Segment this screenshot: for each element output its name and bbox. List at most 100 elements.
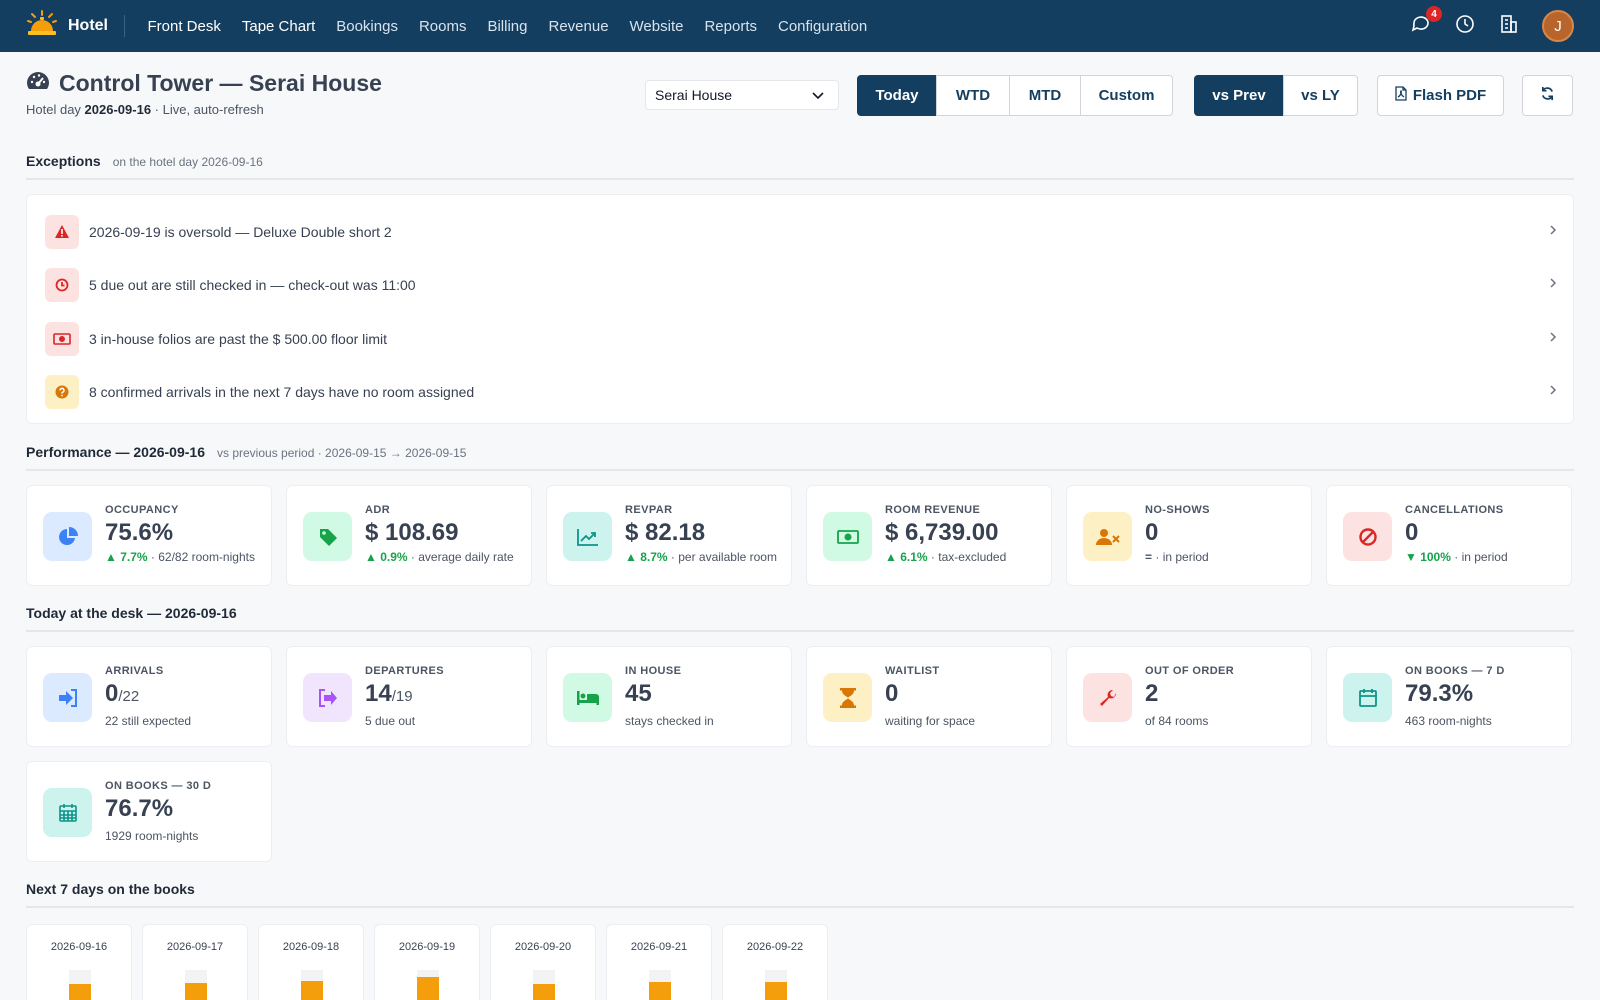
day-date: 2026-09-21 — [630, 941, 688, 953]
flash-pdf-button[interactable]: Flash PDF — [1377, 75, 1504, 116]
brand[interactable]: Hotel — [26, 9, 125, 37]
day-card[interactable]: 2026-09-21 — [606, 924, 712, 1000]
day-date: 2026-09-18 — [282, 941, 340, 953]
desk-note: 463 room-nights — [1405, 714, 1492, 728]
period-custom-button[interactable]: Custom — [1080, 75, 1173, 116]
kpi-card-no-shows[interactable]: NO-SHOWS 0 = · in period — [1066, 485, 1312, 586]
day-card[interactable]: 2026-09-20 — [490, 924, 596, 1000]
menu-rooms[interactable]: Rooms — [408, 18, 477, 35]
kpi-card-cancellations[interactable]: CANCELLATIONS 0 ▼ 100% · in period — [1326, 485, 1572, 586]
kpi-sub: ▼ 100% · in period — [1405, 550, 1559, 564]
kpi-delta: ▼ 100% — [1405, 550, 1451, 564]
page-title: Control Tower — Serai House — [59, 70, 382, 96]
desk-card-in-house[interactable]: IN HOUSE 45 stays checked in — [546, 646, 792, 747]
main-menu: Front Desk Tape Chart Bookings Rooms Bil… — [137, 18, 878, 35]
chevron-right-icon — [1549, 223, 1557, 241]
desk-card-waitlist[interactable]: WAITLIST 0 waiting for space — [806, 646, 1052, 747]
warning-icon — [45, 214, 79, 249]
exception-row[interactable]: 2026-09-19 is oversold — Deluxe Double s… — [45, 205, 1557, 259]
desk-card-on-books-30d[interactable]: ON BOOKS — 30 D 76.7% 1929 room-nights — [26, 761, 272, 862]
kpi-card-occupancy[interactable]: OCCUPANCY 75.6% ▲ 7.7% · 62/82 room-nigh… — [26, 485, 272, 586]
money-icon — [45, 321, 79, 356]
trend-chart-icon — [563, 512, 612, 561]
tag-icon — [303, 512, 352, 561]
menu-revenue[interactable]: Revenue — [538, 18, 619, 35]
desk-note: 1929 room-nights — [105, 829, 199, 843]
clock-icon — [45, 268, 79, 303]
day-occupancy-bar — [765, 982, 787, 1000]
menu-reports[interactable]: Reports — [694, 18, 768, 35]
subtitle-suffix: · Live, auto-refresh — [154, 102, 264, 117]
calendar-grid-icon — [43, 788, 92, 837]
period-today-button[interactable]: Today — [857, 75, 937, 116]
day-card[interactable]: 2026-09-17 — [142, 924, 248, 1000]
exception-text: 2026-09-19 is oversold — Deluxe Double s… — [89, 223, 392, 240]
day-card[interactable]: 2026-09-19 — [374, 924, 480, 1000]
day-card[interactable]: 2026-09-22 — [722, 924, 828, 1000]
chevron-down-icon — [812, 87, 824, 103]
performance-subtitle: vs previous period · 2026-09-15 → 2026-0… — [217, 446, 467, 460]
flash-pdf-label: Flash PDF — [1412, 87, 1487, 104]
ban-icon — [1343, 512, 1392, 561]
notification-badge: 4 — [1426, 6, 1442, 22]
day-date: 2026-09-16 — [50, 941, 108, 953]
day-date: 2026-09-17 — [166, 941, 224, 953]
desk-value-main: 0 — [885, 680, 899, 707]
menu-configuration[interactable]: Configuration — [768, 18, 878, 35]
day-card[interactable]: 2026-09-18 — [258, 924, 364, 1000]
kpi-label: OCCUPANCY — [105, 504, 179, 516]
desk-card-arrivals[interactable]: ARRIVALS 0/22 22 still expected — [26, 646, 272, 747]
desk-value: 76.7% — [105, 795, 259, 826]
compare-prev-button[interactable]: vs Prev — [1194, 75, 1284, 116]
next7-header: Next 7 days on the books — [26, 881, 1574, 908]
exception-row[interactable]: 3 in-house folios are past the $ 500.00 … — [45, 312, 1557, 366]
kpi-card-revpar[interactable]: REVPAR $ 82.18 ▲ 8.7% · per available ro… — [546, 485, 792, 586]
exception-row[interactable]: 5 due out are still checked in — check-o… — [45, 259, 1557, 313]
kpi-value: 0 — [1405, 519, 1419, 546]
exception-row[interactable]: 8 confirmed arrivals in the next 7 days … — [45, 366, 1557, 420]
property-select[interactable]: Serai House — [645, 80, 839, 110]
performance-header: Performance — 2026-09-16 vs previous per… — [26, 444, 1574, 471]
period-mtd-button[interactable]: MTD — [1009, 75, 1081, 116]
desk-label: ARRIVALS — [105, 665, 164, 677]
kpi-sub: = · in period — [1145, 550, 1299, 564]
kpi-card-room-revenue[interactable]: ROOM REVENUE $ 6,739.00 ▲ 6.1% · tax-exc… — [806, 485, 1052, 586]
desk-card-out-of-order[interactable]: OUT OF ORDER 2 of 84 rooms — [1066, 646, 1312, 747]
bed-icon — [563, 673, 612, 722]
menu-billing[interactable]: Billing — [477, 18, 538, 35]
desk-card-on-books-7d[interactable]: ON BOOKS — 7 D 79.3% 463 room-nights — [1326, 646, 1572, 747]
day-occupancy-track — [533, 970, 555, 1000]
kpi-sub: ▲ 6.1% · tax-excluded — [885, 550, 1039, 564]
day-occupancy-track — [69, 970, 91, 1000]
desk-card-departures[interactable]: DEPARTURES 14/19 5 due out — [286, 646, 532, 747]
page-subtitle: Hotel day 2026-09-16 · Live, auto-refres… — [26, 102, 382, 117]
day-occupancy-bar — [533, 984, 555, 1000]
menu-bookings[interactable]: Bookings — [326, 18, 409, 35]
day-date: 2026-09-22 — [746, 941, 804, 953]
desk-value-total: /22 — [118, 688, 140, 705]
gauge-icon — [26, 70, 50, 97]
day-occupancy-track — [765, 970, 787, 1000]
menu-tape-chart[interactable]: Tape Chart — [231, 18, 325, 35]
pie-chart-icon — [43, 512, 92, 561]
history-button[interactable] — [1454, 14, 1476, 37]
menu-website[interactable]: Website — [619, 18, 694, 35]
kpi-card-adr[interactable]: ADR $ 108.69 ▲ 0.9% · average daily rate — [286, 485, 532, 586]
user-avatar[interactable]: J — [1542, 10, 1574, 42]
period-wtd-button[interactable]: WTD — [936, 75, 1010, 116]
building-icon — [1499, 14, 1519, 39]
compare-ly-button[interactable]: vs LY — [1283, 75, 1358, 116]
desk-label: DEPARTURES — [365, 665, 444, 677]
property-select-value: Serai House — [655, 87, 733, 103]
day-occupancy-bar — [185, 983, 207, 1000]
menu-front-desk[interactable]: Front Desk — [137, 18, 231, 35]
messages-button[interactable]: 4 — [1410, 6, 1442, 37]
day-card[interactable]: 2026-09-16 — [26, 924, 132, 1000]
desk-label: ON BOOKS — 7 D — [1405, 665, 1505, 677]
kpi-note: · 62/82 room-nights — [150, 550, 255, 564]
property-button[interactable] — [1498, 14, 1520, 39]
refresh-button[interactable] — [1522, 75, 1573, 116]
wrench-icon — [1083, 673, 1132, 722]
kpi-value: $ 82.18 — [625, 519, 706, 546]
desk-value: 45 — [625, 680, 779, 711]
